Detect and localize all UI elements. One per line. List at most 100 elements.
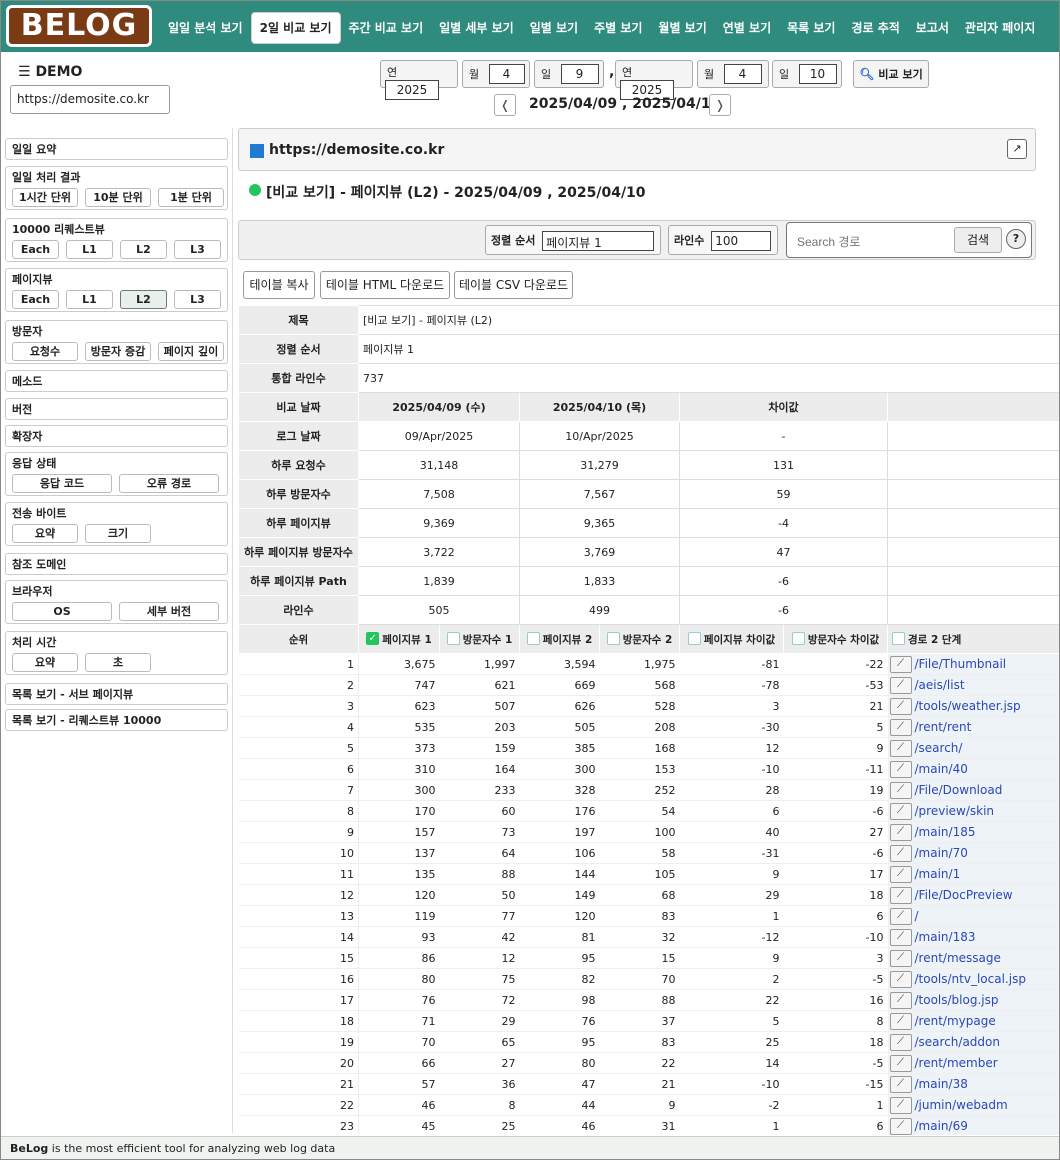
sidebar-button[interactable]: 요청수: [12, 342, 78, 361]
column-header-path[interactable]: 경로 2 단계: [886, 624, 1060, 654]
sidebar-section-title[interactable]: 목록 보기 - 리퀘스트뷰 10000: [12, 713, 221, 729]
sidebar-button[interactable]: 요약: [12, 524, 78, 543]
nav-tab-3[interactable]: 일별 세부 보기: [431, 12, 522, 44]
path-link[interactable]: /rent/message: [915, 951, 1001, 965]
nav-tab-9[interactable]: 경로 추적: [843, 12, 907, 44]
trend-chart-icon[interactable]: ⟋: [889, 760, 912, 778]
nav-tab-4[interactable]: 일별 보기: [522, 12, 586, 44]
column-header-vis1[interactable]: 방문자수 1: [439, 624, 520, 654]
nav-tab-10[interactable]: 보고서: [908, 12, 957, 44]
sidebar-button[interactable]: 페이지 깊이: [158, 342, 224, 361]
path-link[interactable]: /tools/weather.jsp: [915, 699, 1021, 713]
sidebar-section-title[interactable]: 목록 보기 - 서브 페이지뷰: [12, 687, 221, 703]
help-button[interactable]: ?: [1006, 229, 1026, 249]
sidebar-button[interactable]: 세부 버전: [119, 602, 219, 621]
sidebar-section-6[interactable]: 버전: [5, 398, 228, 420]
path-link[interactable]: /main/70: [915, 846, 968, 860]
path-link[interactable]: /main/40: [915, 762, 968, 776]
sidebar-button[interactable]: 크기: [85, 524, 151, 543]
sidebar-button[interactable]: 요약: [12, 653, 78, 672]
trend-chart-icon[interactable]: ⟋: [889, 739, 912, 757]
column-header-pv1[interactable]: ✓ 페이지뷰 1: [358, 624, 440, 654]
compare-button[interactable]: 🔍︎ 비교 보기: [853, 60, 929, 88]
path-link[interactable]: /main/38: [915, 1077, 968, 1091]
sidebar-section-10[interactable]: 참조 도메인: [5, 553, 228, 575]
path-link[interactable]: /File/Download: [915, 783, 1003, 797]
to-month-input[interactable]: 4: [723, 64, 762, 84]
prev-date-button[interactable]: ❬: [494, 94, 516, 116]
sidebar-button[interactable]: L3: [174, 290, 221, 309]
trend-chart-icon[interactable]: ⟋: [889, 1096, 912, 1114]
sidebar-section-title[interactable]: 참조 도메인: [12, 557, 221, 573]
trend-chart-icon[interactable]: ⟋: [889, 1117, 912, 1135]
sidebar-button[interactable]: OS: [12, 602, 112, 621]
table-html-download-button[interactable]: 테이블 HTML 다운로드: [320, 271, 450, 299]
nav-tab-1[interactable]: 2일 비교 보기: [250, 12, 341, 44]
sidebar-button[interactable]: L1: [66, 240, 113, 259]
sidebar-section-0[interactable]: 일일 요약: [5, 138, 228, 160]
sidebar-button[interactable]: L2: [120, 240, 167, 259]
column-checkbox[interactable]: [526, 632, 540, 645]
column-checkbox[interactable]: [606, 632, 620, 645]
from-month-input[interactable]: 4: [488, 64, 525, 84]
sidebar-section-title[interactable]: 버전: [12, 402, 221, 418]
nav-tab-11[interactable]: 관리자 페이지: [957, 12, 1043, 44]
sidebar-section-14[interactable]: 목록 보기 - 리퀘스트뷰 10000: [5, 709, 228, 731]
path-link[interactable]: /main/69: [915, 1119, 968, 1133]
trend-chart-icon[interactable]: ⟋: [889, 991, 912, 1009]
table-copy-button[interactable]: 테이블 복사: [243, 271, 315, 299]
path-link[interactable]: /File/DocPreview: [915, 888, 1013, 902]
table-csv-download-button[interactable]: 테이블 CSV 다운로드: [454, 271, 573, 299]
sidebar-button[interactable]: 응답 코드: [12, 474, 112, 493]
path-link[interactable]: /rent/member: [915, 1056, 998, 1070]
path-link[interactable]: /preview/skin: [915, 804, 995, 818]
trend-chart-icon[interactable]: ⟋: [889, 718, 912, 736]
sidebar-button[interactable]: 오류 경로: [119, 474, 219, 493]
column-header-visdiff[interactable]: 방문자수 차이값: [783, 624, 888, 654]
sidebar-button[interactable]: Each: [12, 290, 59, 309]
path-link[interactable]: /tools/blog.jsp: [915, 993, 999, 1007]
column-checkbox[interactable]: [446, 632, 460, 645]
to-day-input[interactable]: 10: [798, 64, 837, 84]
nav-tab-5[interactable]: 주별 보기: [586, 12, 650, 44]
sidebar-section-7[interactable]: 확장자: [5, 425, 228, 447]
sidebar-button[interactable]: Each: [12, 240, 59, 259]
trend-chart-icon[interactable]: ⟋: [889, 907, 912, 925]
search-input[interactable]: [793, 230, 947, 254]
trend-chart-icon[interactable]: ⟋: [889, 781, 912, 799]
nav-tab-2[interactable]: 주간 비교 보기: [341, 12, 432, 44]
column-checkbox[interactable]: [687, 632, 701, 645]
sidebar-button[interactable]: 초: [85, 653, 151, 672]
column-checkbox[interactable]: [892, 632, 905, 645]
trend-chart-icon[interactable]: ⟋: [889, 1033, 912, 1051]
sidebar-section-title[interactable]: 확장자: [12, 429, 221, 445]
sidebar-section-13[interactable]: 목록 보기 - 서브 페이지뷰: [5, 683, 228, 705]
trend-chart-icon[interactable]: ⟋: [889, 697, 912, 715]
sidebar-section-title[interactable]: 일일 요약: [12, 142, 221, 158]
nav-tab-0[interactable]: 일일 분석 보기: [160, 12, 251, 44]
trend-chart-icon[interactable]: ⟋: [889, 1012, 912, 1030]
trend-chart-icon[interactable]: ⟋: [889, 1054, 912, 1072]
sidebar-button[interactable]: 10분 단위: [85, 188, 151, 207]
sidebar-button[interactable]: L3: [174, 240, 221, 259]
external-link-button[interactable]: ↗: [1007, 139, 1027, 159]
trend-chart-icon[interactable]: ⟋: [889, 1075, 912, 1093]
path-link[interactable]: /tools/ntv_local.jsp: [915, 972, 1026, 986]
trend-chart-icon[interactable]: ⟋: [889, 844, 912, 862]
path-link[interactable]: /main/185: [915, 825, 976, 839]
sidebar-button[interactable]: L2: [120, 290, 167, 309]
lines-input[interactable]: 100: [711, 231, 772, 251]
path-link[interactable]: /main/183: [915, 930, 976, 944]
path-link[interactable]: /rent/rent: [915, 720, 972, 734]
column-header-pvdiff[interactable]: 페이지뷰 차이값: [679, 624, 784, 654]
path-link[interactable]: /jumin/webadm: [915, 1098, 1008, 1112]
sidebar-button[interactable]: 1시간 단위: [12, 188, 78, 207]
path-link[interactable]: /rent/mypage: [915, 1014, 996, 1028]
site-menu[interactable]: ☰ DEMO: [18, 64, 82, 80]
trend-chart-icon[interactable]: ⟋: [889, 865, 912, 883]
trend-chart-icon[interactable]: ⟋: [889, 928, 912, 946]
from-day-input[interactable]: 9: [560, 64, 599, 84]
column-checkbox[interactable]: ✓: [366, 632, 380, 645]
path-link[interactable]: /search/: [915, 741, 963, 755]
sidebar-section-5[interactable]: 메소드: [5, 370, 228, 392]
